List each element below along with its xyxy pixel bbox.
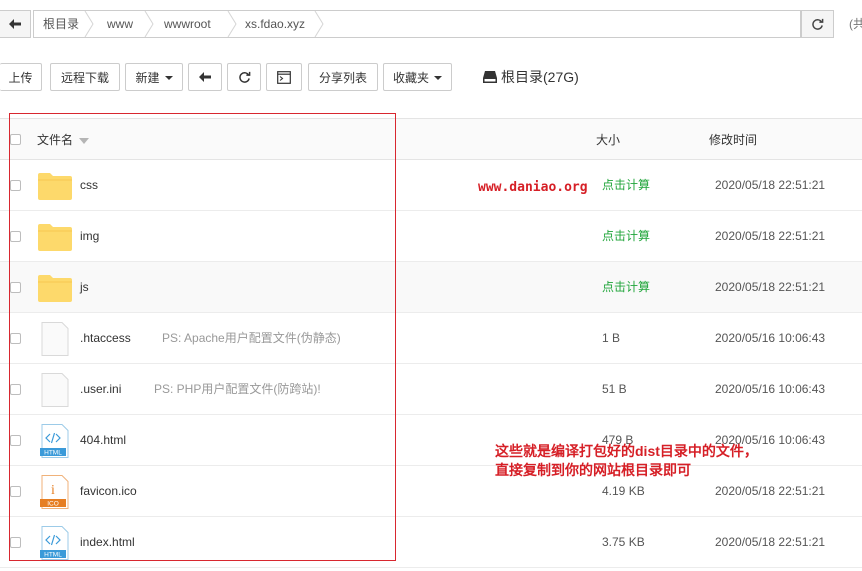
file-icon bbox=[41, 373, 69, 407]
terminal-icon bbox=[277, 70, 291, 84]
arrow-left-icon bbox=[199, 72, 211, 82]
calc-size-link[interactable]: 点击计算 bbox=[602, 160, 650, 211]
row-checkbox[interactable] bbox=[10, 384, 21, 395]
column-header-size[interactable]: 大小 bbox=[596, 119, 620, 161]
remote-download-button[interactable]: 远程下载 bbox=[50, 63, 120, 91]
breadcrumb-item-root[interactable]: 根目录 bbox=[43, 11, 79, 37]
breadcrumb-item-site[interactable]: xs.fdao.xyz bbox=[245, 11, 305, 37]
annotation-note: 这些就是编译打包好的dist目录中的文件， 直接复制到你的网站根目录即可 bbox=[495, 442, 758, 480]
file-name[interactable]: .htaccess bbox=[80, 313, 131, 364]
column-name-label: 文件名 bbox=[37, 133, 74, 147]
caret-down-icon bbox=[434, 75, 442, 80]
refresh-icon bbox=[238, 71, 250, 83]
file-name[interactable]: 404.html bbox=[80, 415, 126, 466]
back-button[interactable] bbox=[0, 10, 31, 38]
calc-size-link[interactable]: 点击计算 bbox=[602, 211, 650, 262]
modified-time: 2020/05/18 22:51:21 bbox=[715, 178, 826, 192]
file-name[interactable]: css bbox=[80, 160, 98, 211]
html-file-icon: HTML bbox=[40, 526, 69, 560]
table-row[interactable]: .user.ini PS: PHP用户配置文件(防跨站)! 51 B 2020/… bbox=[0, 364, 862, 415]
breadcrumb-item-wwwroot[interactable]: wwwroot bbox=[164, 11, 211, 37]
new-dropdown-button[interactable]: 新建 bbox=[125, 63, 183, 91]
ico-file-icon: i ICO bbox=[40, 475, 69, 509]
html-file-icon: HTML bbox=[40, 424, 69, 458]
select-all-checkbox[interactable] bbox=[10, 134, 21, 145]
file-name[interactable]: .user.ini bbox=[80, 364, 121, 415]
row-checkbox[interactable] bbox=[10, 486, 21, 497]
annotation-line-2: 直接复制到你的网站根目录即可 bbox=[495, 462, 691, 478]
column-header-name[interactable]: 文件名 bbox=[37, 119, 90, 161]
refresh-icon bbox=[812, 18, 824, 30]
share-list-label: 分享列表 bbox=[318, 70, 367, 85]
file-toolbar: 上传 远程下载 新建 分享列表 收藏夹 根目录(27G) bbox=[0, 56, 862, 98]
annotation-line-1: 这些就是编译打包好的dist目录中的文件， bbox=[495, 443, 758, 459]
terminal-button[interactable] bbox=[266, 63, 302, 91]
ico-letter-text: i bbox=[51, 483, 55, 498]
watermark-text: www.daniao.org bbox=[478, 180, 588, 195]
share-list-button[interactable]: 分享列表 bbox=[308, 63, 378, 91]
table-row[interactable]: js 点击计算 2020/05/18 22:51:21 bbox=[0, 262, 862, 313]
table-row[interactable]: .htaccess PS: Apache用户配置文件(伪静态) 1 B 2020… bbox=[0, 313, 862, 364]
ico-badge-text: ICO bbox=[47, 501, 59, 508]
address-bar: 根目录 www wwwroot xs.fdao.xyz (共 bbox=[0, 8, 862, 40]
calc-size-link[interactable]: 点击计算 bbox=[602, 262, 650, 313]
folder-icon bbox=[38, 224, 72, 251]
modified-time: 2020/05/16 10:06:43 bbox=[715, 331, 826, 345]
breadcrumb-item-www[interactable]: www bbox=[107, 11, 133, 37]
html-badge-text: HTML bbox=[44, 450, 62, 457]
file-size: 3.75 KB bbox=[602, 535, 645, 549]
disk-root-info[interactable]: 根目录(27G) bbox=[483, 66, 579, 88]
chevron-right-icon bbox=[227, 11, 237, 37]
root-disk-label: 根目录(27G) bbox=[501, 69, 579, 85]
chevron-right-icon bbox=[314, 11, 324, 37]
html-badge-text: HTML bbox=[44, 552, 62, 559]
file-note: PS: PHP用户配置文件(防跨站)! bbox=[154, 382, 321, 396]
file-note: PS: Apache用户配置文件(伪静态) bbox=[162, 331, 341, 345]
table-row[interactable]: css 点击计算 2020/05/18 22:51:21 bbox=[0, 160, 862, 211]
modified-time: 2020/05/18 22:51:21 bbox=[715, 535, 826, 549]
go-back-button[interactable] bbox=[188, 63, 222, 91]
favorites-dropdown-button[interactable]: 收藏夹 bbox=[383, 63, 452, 91]
file-name[interactable]: favicon.ico bbox=[80, 466, 137, 517]
chevron-right-icon bbox=[144, 11, 154, 37]
modified-time: 2020/05/16 10:06:43 bbox=[715, 382, 826, 396]
row-checkbox[interactable] bbox=[10, 180, 21, 191]
row-checkbox[interactable] bbox=[10, 537, 21, 548]
table-header: 文件名 大小 修改时间 bbox=[0, 118, 862, 160]
file-name[interactable]: index.html bbox=[80, 517, 135, 568]
file-name[interactable]: js bbox=[80, 262, 89, 313]
new-label: 新建 bbox=[135, 70, 160, 85]
breadcrumb: 根目录 www wwwroot xs.fdao.xyz bbox=[33, 10, 801, 38]
file-size: 1 B bbox=[602, 331, 621, 345]
chevron-right-icon bbox=[84, 11, 94, 37]
refresh-button[interactable] bbox=[227, 63, 261, 91]
arrow-left-icon bbox=[9, 19, 21, 29]
remote-download-label: 远程下载 bbox=[60, 70, 109, 85]
table-row[interactable]: img 点击计算 2020/05/18 22:51:21 bbox=[0, 211, 862, 262]
column-header-modified[interactable]: 修改时间 bbox=[709, 119, 757, 161]
upload-button[interactable]: 上传 bbox=[0, 63, 42, 91]
row-checkbox[interactable] bbox=[10, 333, 21, 344]
row-checkbox[interactable] bbox=[10, 282, 21, 293]
file-icon bbox=[41, 322, 69, 356]
upload-label: 上传 bbox=[8, 70, 33, 85]
modified-time: 2020/05/18 22:51:21 bbox=[715, 280, 826, 294]
row-checkbox[interactable] bbox=[10, 231, 21, 242]
refresh-path-button[interactable] bbox=[801, 10, 834, 38]
modified-time: 2020/05/18 22:51:21 bbox=[715, 229, 826, 243]
folder-icon bbox=[38, 173, 72, 200]
hard-drive-icon bbox=[483, 71, 497, 83]
row-checkbox[interactable] bbox=[10, 435, 21, 446]
file-size: 51 B bbox=[602, 382, 627, 396]
file-name[interactable]: img bbox=[80, 211, 99, 262]
caret-down-icon bbox=[164, 75, 173, 80]
sort-down-icon bbox=[79, 137, 90, 144]
favorites-label: 收藏夹 bbox=[392, 70, 429, 85]
file-count-text: (共 bbox=[849, 17, 862, 31]
folder-icon bbox=[38, 275, 72, 302]
table-row[interactable]: HTML index.html 3.75 KB 2020/05/18 22:51… bbox=[0, 517, 862, 568]
